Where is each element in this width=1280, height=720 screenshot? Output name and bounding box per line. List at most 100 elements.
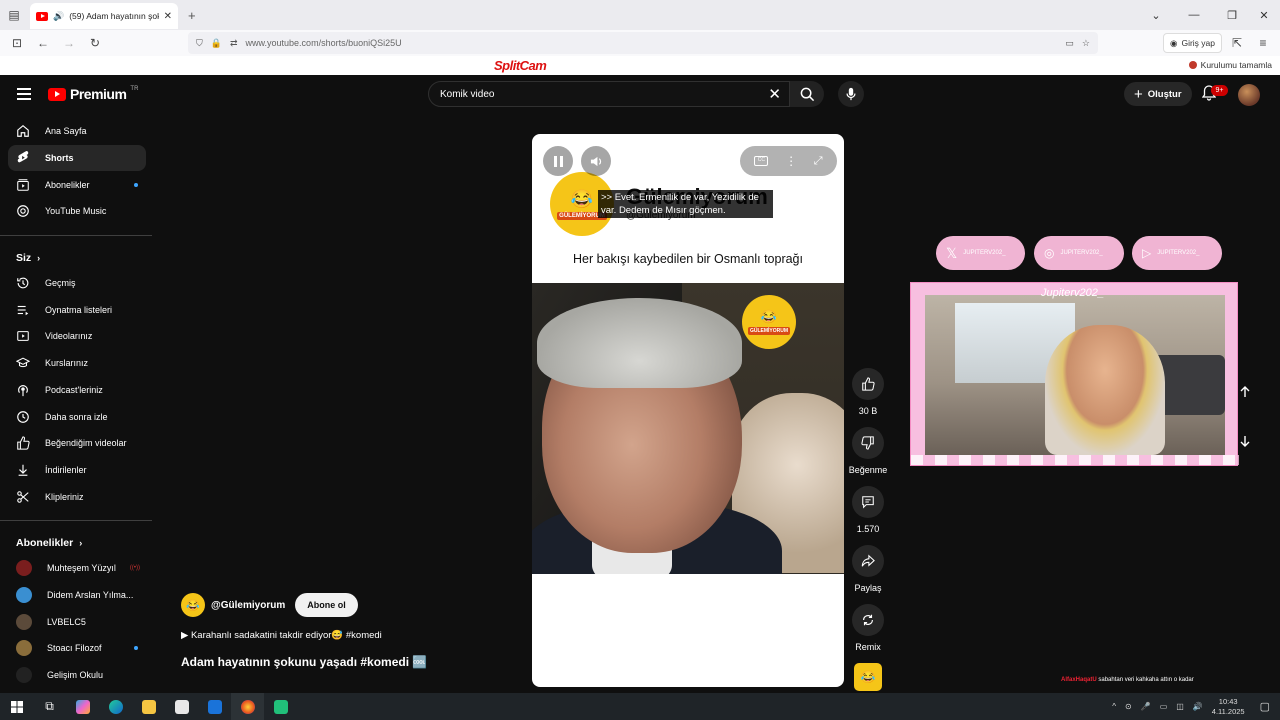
window-close-icon[interactable]: ✕ bbox=[1248, 9, 1280, 22]
tab-overflow-icon[interactable]: ⌄ bbox=[1140, 9, 1172, 22]
tray-network-icon[interactable]: ◫ bbox=[1176, 702, 1184, 711]
address-bar[interactable]: ⛉ 🔒 ⇄ www.youtube.com/shorts/buoniQSi25U… bbox=[188, 32, 1098, 54]
sidebar-item-music[interactable]: YouTube Music bbox=[8, 198, 146, 225]
store-icon[interactable] bbox=[165, 693, 198, 720]
sidebar-item-shorts[interactable]: Shorts bbox=[8, 144, 146, 172]
sidebar-item-sub-0[interactable]: Muhteşem Yüzyıl ((•)) bbox=[8, 555, 146, 582]
sidebar-item-playlist[interactable]: Oynatma listeleri bbox=[8, 296, 146, 323]
search-value: Komik video bbox=[440, 88, 495, 100]
next-short-button[interactable] bbox=[1233, 429, 1257, 453]
sidebar-item-clips[interactable]: Klipleriniz bbox=[8, 483, 146, 510]
app-icon[interactable] bbox=[264, 693, 297, 720]
volume-button[interactable] bbox=[581, 146, 611, 176]
menu-hamburger-icon[interactable] bbox=[17, 88, 31, 103]
tray-app-icon[interactable]: ⊙ bbox=[1125, 702, 1132, 711]
captions-icon[interactable]: CC bbox=[754, 156, 769, 166]
sidebar-item-liked[interactable]: Beğendiğim videolar bbox=[8, 430, 146, 457]
file-explorer-icon[interactable] bbox=[132, 693, 165, 720]
pause-button[interactable] bbox=[543, 146, 573, 176]
tray-overflow-icon[interactable]: ^ bbox=[1112, 702, 1116, 711]
browser-tab[interactable]: 🔊 (59) Adam hayatının şokunu yaşadı #kom… bbox=[30, 3, 178, 29]
you-section-heading[interactable]: Siz › bbox=[0, 246, 156, 270]
search-button[interactable] bbox=[790, 81, 824, 107]
social-x-badge: 𝕏 JUPITERV202_ bbox=[936, 236, 1025, 270]
sound-thumbnail[interactable]: 😂 bbox=[854, 663, 882, 691]
url-text[interactable]: www.youtube.com/shorts/buoniQSi25U bbox=[246, 38, 1058, 48]
create-button[interactable]: + Oluştur bbox=[1124, 82, 1192, 106]
share-button[interactable] bbox=[852, 545, 884, 577]
sidebar-item-sub-3[interactable]: Stoacı Filozof bbox=[8, 635, 146, 662]
setup-notice[interactable]: Kurulumu tamamla bbox=[1188, 60, 1272, 70]
video-description[interactable]: ▶ Karahanlı sadakatini takdir ediyor😅 #k… bbox=[181, 630, 382, 641]
dislike-button[interactable] bbox=[852, 427, 884, 459]
firefox-icon[interactable] bbox=[231, 693, 264, 720]
previous-short-button[interactable] bbox=[1233, 380, 1257, 404]
sidebar-item-download[interactable]: İndirilenler bbox=[8, 457, 146, 484]
copilot-icon[interactable] bbox=[66, 693, 99, 720]
tray-volume-icon[interactable]: 🔊 bbox=[1193, 702, 1203, 711]
new-content-dot bbox=[134, 646, 138, 651]
comment-icon bbox=[862, 496, 874, 509]
lock-icon[interactable]: 🔒 bbox=[211, 38, 222, 49]
forward-icon[interactable]: → bbox=[58, 32, 80, 54]
mail-icon[interactable] bbox=[198, 693, 231, 720]
more-options-icon[interactable]: ⋮ bbox=[785, 154, 797, 168]
shorts-player[interactable]: 😂 GÜLEMİYORUM Gülemiyorum @Gülemiyorum >… bbox=[532, 134, 844, 687]
permissions-icon[interactable]: ⇄ bbox=[230, 38, 238, 49]
minimize-icon[interactable]: — bbox=[1172, 9, 1216, 21]
sidebar-item-courses[interactable]: Kurslarınız bbox=[8, 350, 146, 377]
notification-center-icon[interactable]: ▢ bbox=[1260, 700, 1270, 713]
channel-name[interactable]: @Gülemiyorum bbox=[211, 600, 285, 611]
reload-icon[interactable]: ↻ bbox=[84, 32, 106, 54]
reader-view-icon[interactable]: ▭ bbox=[1065, 38, 1074, 49]
tray-battery-icon[interactable]: ▭ bbox=[1160, 702, 1168, 711]
youtube-logo[interactable]: Premium TR bbox=[48, 86, 138, 102]
channel-avatar bbox=[16, 613, 32, 630]
like-button[interactable] bbox=[852, 368, 884, 400]
clear-search-icon[interactable]: ✕ bbox=[768, 85, 781, 103]
channel-row: 😂 @Gülemiyorum Abone ol bbox=[181, 593, 358, 617]
extensions-icon[interactable]: ⇱ bbox=[1226, 32, 1248, 54]
tab-list-icon[interactable]: ▤ bbox=[0, 0, 28, 30]
sidebar-item-watch-later[interactable]: Daha sonra izle bbox=[8, 403, 146, 430]
share-label: Paylaş bbox=[854, 583, 882, 593]
video-frame[interactable]: 😂 GÜLEMİYORUM bbox=[532, 283, 844, 574]
voice-search-button[interactable] bbox=[838, 81, 864, 107]
splitcam-logo: SplitCam bbox=[494, 58, 547, 73]
menu-icon[interactable]: ≡ bbox=[1252, 32, 1274, 54]
sidebar-item-label: Klipleriniz bbox=[45, 491, 84, 502]
comments-button[interactable] bbox=[852, 486, 884, 518]
audio-icon[interactable]: 🔊 bbox=[53, 11, 64, 22]
sidebar-item-label: Stoacı Filozof bbox=[47, 643, 102, 654]
sidebar-item-sub-4[interactable]: Gelişim Okulu bbox=[8, 662, 146, 689]
back-icon[interactable]: ← bbox=[32, 32, 54, 54]
fullscreen-icon[interactable]: ⤢ bbox=[814, 155, 823, 168]
shield-icon[interactable]: ⛉ bbox=[196, 38, 203, 49]
start-button[interactable] bbox=[0, 693, 33, 720]
taskbar-clock[interactable]: 10:43 4.11.2025 bbox=[1212, 697, 1245, 717]
close-tab-icon[interactable]: ✕ bbox=[164, 11, 172, 22]
sidebar-item-history[interactable]: Geçmiş bbox=[8, 270, 146, 297]
channel-avatar[interactable]: 😂 bbox=[181, 593, 205, 617]
sidebar-item-your-videos[interactable]: Videolarınız bbox=[8, 323, 146, 350]
sidebar-item-subscriptions[interactable]: Abonelikler bbox=[8, 171, 146, 198]
search-input[interactable]: Komik video ✕ bbox=[428, 81, 790, 107]
signin-button[interactable]: ◉ Giriş yap bbox=[1163, 33, 1222, 53]
player-controls-group: CC ⋮ ⤢ bbox=[740, 146, 837, 176]
remix-button[interactable] bbox=[852, 604, 884, 636]
tray-mic-icon[interactable]: 🎤 bbox=[1141, 702, 1151, 711]
sidebar-item-sub-2[interactable]: LVBELC5 bbox=[8, 608, 146, 635]
sidebar-item-home[interactable]: Ana Sayfa bbox=[8, 118, 146, 145]
subscribe-button[interactable]: Abone ol bbox=[295, 593, 358, 617]
restore-icon[interactable]: ❐ bbox=[1216, 9, 1248, 22]
subscriptions-section-heading[interactable]: Abonelikler › bbox=[0, 531, 156, 555]
task-view-icon[interactable]: ⧉ bbox=[33, 693, 66, 720]
sidebar-toggle-icon[interactable]: ⊡ bbox=[6, 32, 28, 54]
sidebar-item-sub-1[interactable]: Didem Arslan Yılma... bbox=[8, 582, 146, 609]
bookmark-star-icon[interactable]: ☆ bbox=[1082, 38, 1090, 49]
sidebar-item-podcast[interactable]: Podcast'leriniz bbox=[8, 377, 146, 404]
edge-icon[interactable] bbox=[99, 693, 132, 720]
new-tab-icon[interactable]: + bbox=[188, 8, 196, 23]
account-avatar[interactable] bbox=[1238, 84, 1260, 106]
sidebar-item-label: LVBELC5 bbox=[47, 616, 86, 627]
